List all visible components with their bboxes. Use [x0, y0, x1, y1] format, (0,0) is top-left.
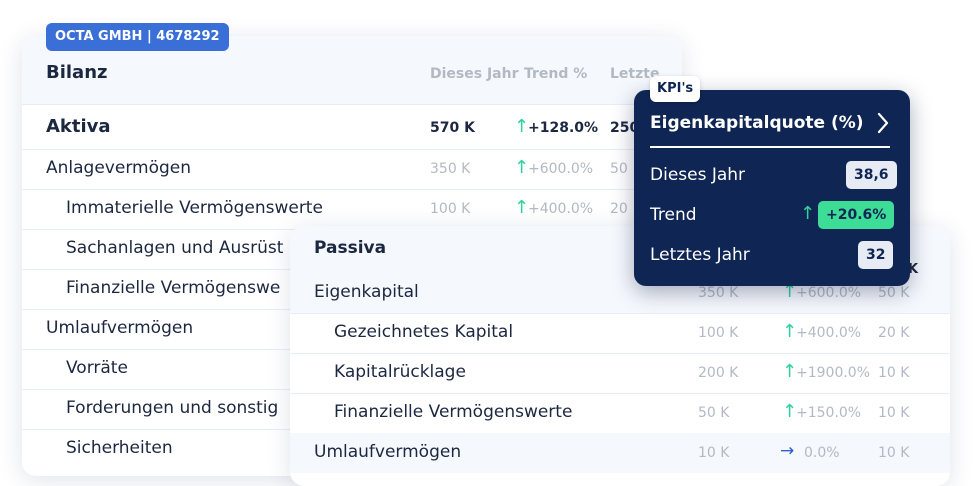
row-trend: +1900.0%: [796, 365, 871, 381]
row-label: Umlaufvermögen: [314, 442, 462, 462]
table-row[interactable]: Finanzielle Vermögenswerte 50 K ↑ +150.0…: [290, 393, 950, 434]
row-label: Anlagevermögen: [46, 158, 191, 178]
row-trend: +150.0%: [796, 405, 862, 421]
kpi-trend-value: +20.6%: [818, 201, 895, 229]
row-trend: 0.0%: [804, 445, 840, 461]
row-last: 20: [610, 201, 628, 217]
row-label: Eigenkapital: [314, 282, 419, 302]
aktiva-label: Aktiva: [46, 116, 111, 137]
table-row[interactable]: Kapitalrücklage 200 K ↑ +1900.0% 10 K: [290, 353, 950, 394]
kpi-tag: KPI's: [650, 76, 701, 102]
row-value: 10 K: [698, 445, 730, 461]
table-row[interactable]: Anlagevermögen 350 K ↑ +600.0% 50: [22, 149, 682, 190]
row-value: 50 K: [698, 405, 730, 421]
row-last: 10 K: [878, 365, 910, 381]
passiva-title: Passiva: [314, 238, 387, 258]
kpi-panel: Eigenkapitalquote (%) Dieses Jahr 38,6 T…: [634, 90, 910, 286]
arrow-up-icon: ↑: [514, 197, 530, 218]
kpi-last-year-label: Letztes Jahr: [650, 245, 750, 265]
row-last: 10 K: [878, 405, 910, 421]
row-value: 100 K: [698, 325, 739, 341]
row-label: Umlaufvermögen: [46, 318, 194, 338]
company-badge: OCTA GMBH | 4678292: [46, 23, 229, 51]
kpi-divider: [650, 146, 890, 148]
kpi-title[interactable]: Eigenkapitalquote (%): [650, 113, 864, 133]
row-label: Vorräte: [66, 358, 128, 378]
arrow-up-icon: ↑: [514, 116, 530, 137]
arrow-up-icon: ↑: [782, 361, 798, 382]
row-label: Immaterielle Vermögenswerte: [66, 198, 323, 218]
arrow-up-icon: ↑: [782, 321, 798, 342]
table-row[interactable]: Immaterielle Vermögenswerte 100 K ↑ +400…: [22, 189, 682, 230]
kpi-trend-label: Trend: [650, 205, 697, 225]
arrow-right-icon: →: [780, 441, 795, 461]
chevron-right-icon[interactable]: [876, 112, 890, 138]
row-value: 100 K: [430, 201, 471, 217]
row-trend: +600.0%: [528, 161, 594, 177]
row-label: Finanzielle Vermögenswe: [66, 278, 281, 298]
bilanz-title: Bilanz: [46, 62, 108, 83]
row-last: 10 K: [878, 445, 910, 461]
table-row[interactable]: Gezeichnetes Kapital 100 K ↑ +400.0% 20 …: [290, 313, 950, 354]
row-value: 350 K: [430, 161, 471, 177]
col-dieses-jahr[interactable]: Dieses Jahr: [430, 66, 518, 82]
row-label: Forderungen und sonstig: [66, 398, 279, 418]
row-value: 350 K: [698, 285, 739, 301]
row-trend: +400.0%: [528, 201, 594, 217]
aktiva-row[interactable]: Aktiva 570 K ↑ +128.0% 250: [22, 104, 682, 150]
table-row[interactable]: Umlaufvermögen 10 K → 0.0% 10 K: [290, 433, 950, 473]
row-last: 50 K: [878, 285, 910, 301]
row-trend: +400.0%: [796, 325, 862, 341]
arrow-up-icon: ↑: [514, 157, 530, 178]
row-label: Finanzielle Vermögenswerte: [334, 402, 573, 422]
row-label: Sicherheiten: [66, 438, 173, 458]
kpi-this-year-value: 38,6: [846, 161, 897, 189]
col-trend[interactable]: Trend %: [524, 66, 587, 82]
row-label: Sachanlagen und Ausrüst: [66, 238, 284, 258]
row-last: 50: [610, 161, 628, 177]
row-last: 20 K: [878, 325, 910, 341]
row-trend: +600.0%: [796, 285, 862, 301]
aktiva-trend: +128.0%: [528, 120, 599, 136]
arrow-up-icon: ↑: [782, 401, 798, 422]
kpi-this-year-label: Dieses Jahr: [650, 165, 746, 185]
row-label: Kapitalrücklage: [334, 362, 466, 382]
kpi-last-year-value: 32: [858, 241, 894, 269]
arrow-up-icon: ↑: [800, 203, 816, 224]
row-value: 200 K: [698, 365, 739, 381]
aktiva-value: 570 K: [430, 120, 475, 136]
row-label: Gezeichnetes Kapital: [334, 322, 514, 342]
